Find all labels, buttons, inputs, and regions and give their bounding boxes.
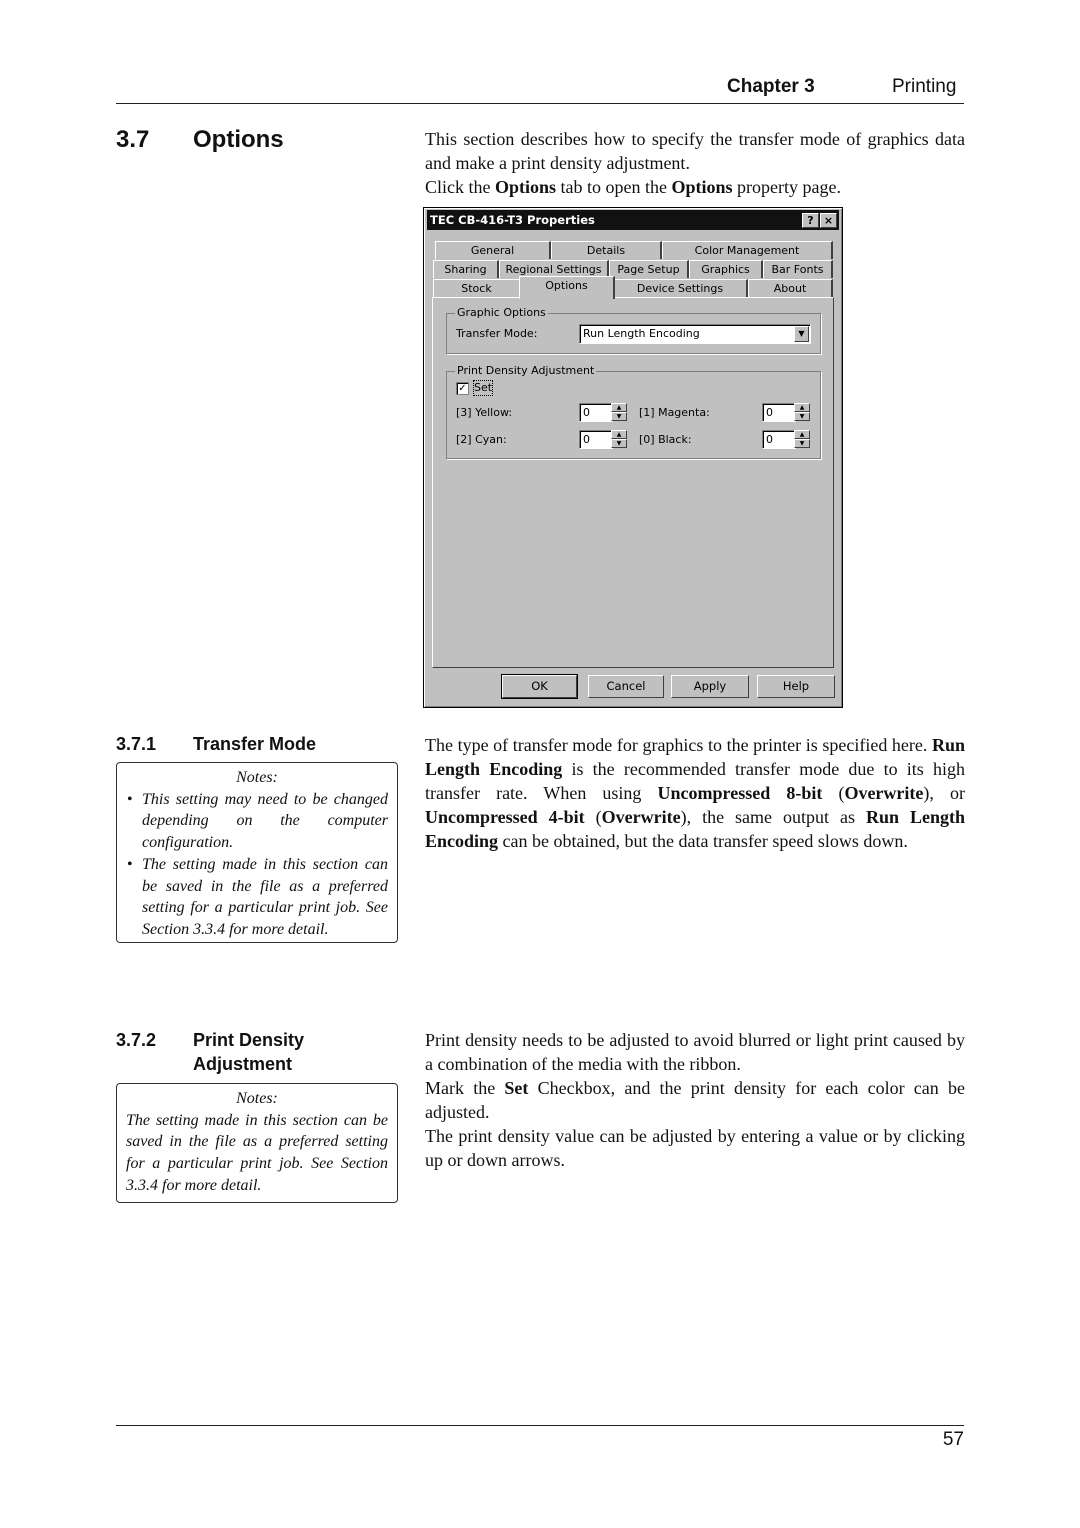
apply-button[interactable]: Apply <box>671 675 749 698</box>
help-button[interactable]: Help <box>757 675 835 698</box>
text: property page. <box>732 177 842 197</box>
text: can be obtained, but the data transfer s… <box>498 831 908 851</box>
set-checkbox[interactable]: ✓ <box>456 382 469 395</box>
close-icon[interactable]: × <box>820 213 837 228</box>
text: Click the <box>425 177 495 197</box>
text: Mark the <box>425 1078 505 1098</box>
text: ), or <box>923 783 965 803</box>
transfer-mode-label: Transfer Mode: <box>456 327 538 340</box>
cyan-spinner[interactable]: ▲ ▼ <box>611 430 627 448</box>
text: ( <box>822 783 845 803</box>
yellow-input[interactable]: 0 <box>579 403 613 422</box>
down-arrow-icon[interactable]: ▼ <box>611 439 627 448</box>
intro-paragraph: This section describes how to specify th… <box>425 129 965 173</box>
up-arrow-icon[interactable]: ▲ <box>794 403 810 412</box>
section-intro: This section describes how to specify th… <box>425 127 965 199</box>
transfer-mode-text: The type of transfer mode for graphics t… <box>425 733 965 853</box>
down-arrow-icon[interactable]: ▼ <box>794 412 810 421</box>
group-label: Print Density Adjustment <box>455 364 597 377</box>
text-bold: Overwrite <box>844 783 924 803</box>
tab-graphics[interactable]: Graphics <box>689 260 763 278</box>
print-density-text: Print density needs to be adjusted to av… <box>425 1028 965 1172</box>
tab-details[interactable]: Details <box>551 241 662 259</box>
text: ( <box>584 807 602 827</box>
section-number: 3.7 <box>116 126 150 153</box>
subsection-title: Transfer Mode <box>193 734 317 754</box>
subsection-title-line1: Print Density <box>193 1030 305 1050</box>
tab-about[interactable]: About <box>748 279 833 297</box>
dialog-title: TEC CB-416-T3 Properties <box>430 213 595 227</box>
ok-button[interactable]: OK <box>501 674 578 699</box>
notes-title: Notes: <box>236 1090 278 1107</box>
text: ), the same output as <box>680 807 866 827</box>
intro-instruction: Click the Options tab to open the Option… <box>425 175 965 199</box>
header-rule <box>116 103 964 104</box>
magenta-input[interactable]: 0 <box>762 403 796 422</box>
tab-sharing[interactable]: Sharing <box>433 260 499 278</box>
section-title: Options <box>193 126 284 153</box>
cyan-input[interactable]: 0 <box>579 430 613 449</box>
black-input[interactable]: 0 <box>762 430 796 449</box>
yellow-label: [3] Yellow: <box>456 406 513 419</box>
notes-box: Notes: The setting made in this section … <box>116 1083 398 1203</box>
text-bold: Overwrite <box>601 807 681 827</box>
magenta-spinner[interactable]: ▲ ▼ <box>794 403 810 421</box>
subsection-title-line2: Adjustment <box>193 1054 292 1074</box>
tab-bar-fonts[interactable]: Bar Fonts <box>763 260 833 278</box>
tab-page-setup[interactable]: Page Setup <box>609 260 689 278</box>
magenta-label: [1] Magenta: <box>639 406 710 419</box>
text-bold: Options <box>671 177 733 197</box>
cancel-button[interactable]: Cancel <box>588 675 664 698</box>
properties-dialog: TEC CB-416-T3 Properties ? × General Det… <box>423 207 843 708</box>
footer-rule <box>116 1425 964 1426</box>
text-bold: Uncompressed 4-bit <box>425 807 585 827</box>
page-number: 57 <box>942 1429 964 1450</box>
black-spinner[interactable]: ▲ ▼ <box>794 430 810 448</box>
yellow-spinner[interactable]: ▲ ▼ <box>611 403 627 421</box>
tab-device-settings[interactable]: Device Settings <box>613 279 748 297</box>
group-label: Graphic Options <box>455 306 548 319</box>
up-arrow-icon[interactable]: ▲ <box>611 430 627 439</box>
up-arrow-icon[interactable]: ▲ <box>794 430 810 439</box>
print-density-group: Print Density Adjustment ✓ Set [3] Yello… <box>446 364 821 459</box>
tab-stock[interactable]: Stock <box>433 279 521 297</box>
chapter-title: Printing <box>892 76 957 97</box>
set-label: Set <box>472 380 494 396</box>
up-arrow-icon[interactable]: ▲ <box>611 403 627 412</box>
text: Print density needs to be adjusted to av… <box>425 1030 965 1074</box>
chapter-label: Chapter 3 <box>727 76 815 97</box>
transfer-mode-select[interactable]: Run Length Encoding ▼ <box>579 324 811 344</box>
note-item: This setting may need to be changed depe… <box>126 789 388 854</box>
notes-title: Notes: <box>236 769 278 786</box>
text-bold: Uncompressed 8-bit <box>657 783 823 803</box>
down-arrow-icon[interactable]: ▼ <box>794 439 810 448</box>
dialog-titlebar: TEC CB-416-T3 Properties ? × <box>427 210 839 230</box>
tab-general[interactable]: General <box>435 241 551 259</box>
chevron-down-icon[interactable]: ▼ <box>794 326 809 342</box>
help-icon[interactable]: ? <box>802 213 819 228</box>
black-label: [0] Black: <box>639 433 692 446</box>
text-bold: Options <box>495 177 557 197</box>
subsection-number: 3.7.2 <box>116 1030 157 1050</box>
text: The print density value can be adjusted … <box>425 1126 965 1170</box>
text-bold: Set <box>504 1078 529 1098</box>
graphic-options-group: Graphic Options Transfer Mode: Run Lengt… <box>446 306 821 354</box>
notes-box: Notes: This setting may need to be chang… <box>116 762 398 943</box>
text: The type of transfer mode for graphics t… <box>425 735 932 755</box>
note-item: The setting made in this section can be … <box>126 854 388 941</box>
tab-options[interactable]: Options <box>519 276 615 299</box>
down-arrow-icon[interactable]: ▼ <box>611 412 627 421</box>
cyan-label: [2] Cyan: <box>456 433 507 446</box>
note-item: The setting made in this section can be … <box>126 1111 388 1194</box>
transfer-mode-value: Run Length Encoding <box>583 327 700 340</box>
text: tab to open the <box>556 177 672 197</box>
subsection-number: 3.7.1 <box>116 734 157 754</box>
tab-color-management[interactable]: Color Management <box>662 241 833 259</box>
